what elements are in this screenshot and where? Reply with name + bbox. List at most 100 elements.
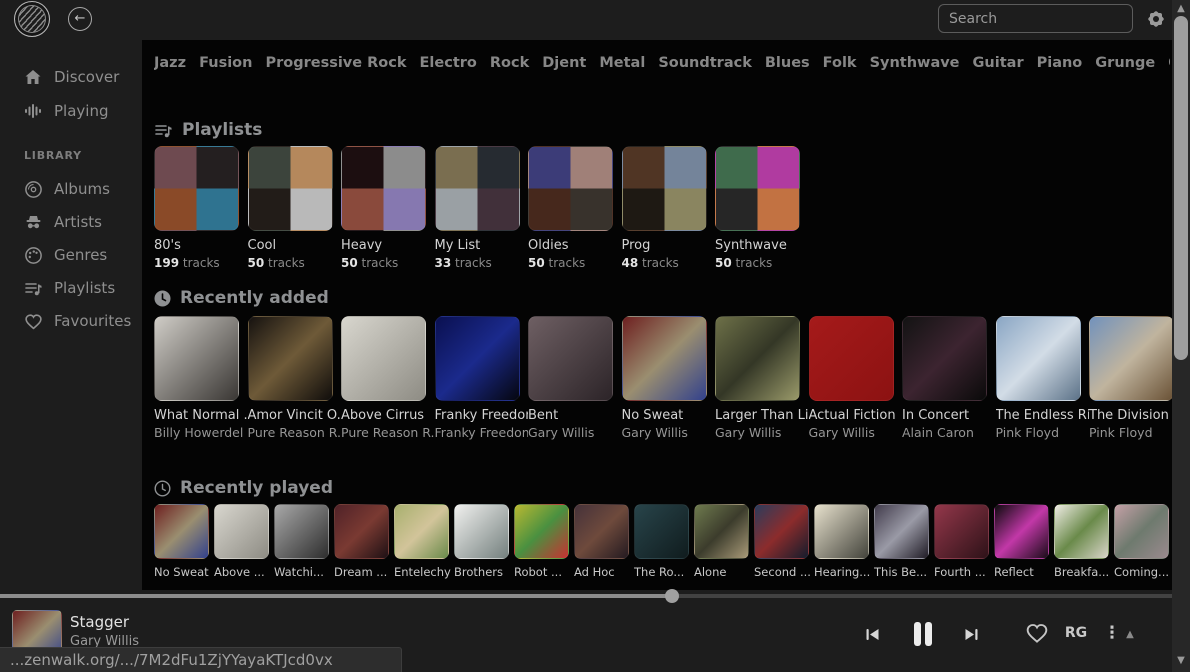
album-artist: Pure Reason R...: [248, 425, 341, 440]
expand-player-caret-icon[interactable]: ▲: [1122, 627, 1138, 641]
playlist-cover: [528, 146, 613, 231]
kebab-menu-icon[interactable]: ⋮: [1104, 622, 1120, 644]
section-title: Recently played: [180, 478, 333, 498]
album-card[interactable]: Watchi...: [274, 504, 329, 579]
genre-tag[interactable]: Orchestral: [1168, 55, 1170, 71]
album-card[interactable]: Reflect: [994, 504, 1049, 579]
genre-tag[interactable]: Electro: [420, 55, 477, 71]
album-artist: Gary Willis: [809, 425, 902, 440]
replaygain-toggle[interactable]: RG: [1062, 624, 1090, 642]
album-card[interactable]: Coming...: [1114, 504, 1169, 579]
album-cover: [934, 504, 989, 559]
app-logo-icon[interactable]: [14, 1, 50, 37]
playlist-cover: [435, 146, 520, 231]
pause-button[interactable]: [908, 619, 938, 649]
previous-track-button[interactable]: [862, 625, 882, 643]
genre-tag[interactable]: Grunge: [1095, 55, 1155, 71]
album-card[interactable]: This Be...: [874, 504, 929, 579]
album-card[interactable]: Ad Hoc: [574, 504, 629, 579]
playlist-icon: [154, 121, 173, 140]
album-card[interactable]: Breakfa...: [1054, 504, 1109, 579]
album-card[interactable]: In ConcertAlain Caron: [902, 316, 987, 440]
album-card[interactable]: Robot ...: [514, 504, 569, 579]
album-card[interactable]: Alone: [694, 504, 749, 579]
sidebar-item-artists[interactable]: Artists: [0, 206, 142, 238]
album-card[interactable]: No SweatGary Willis: [622, 316, 707, 440]
search-input[interactable]: [938, 4, 1133, 33]
playlist-name: Synthwave: [715, 238, 808, 253]
genre-tag[interactable]: Djent: [542, 55, 586, 71]
album-card[interactable]: Second ...: [754, 504, 809, 579]
sidebar-item-genres[interactable]: Genres: [0, 239, 142, 271]
playlist-card[interactable]: 80's199 tracks: [154, 146, 239, 270]
album-card[interactable]: Brothers: [454, 504, 509, 579]
genre-tag[interactable]: Fusion: [199, 55, 252, 71]
playlist-card[interactable]: My List33 tracks: [435, 146, 520, 270]
album-card[interactable]: Entelechy: [394, 504, 449, 579]
album-card[interactable]: Above ...: [214, 504, 269, 579]
genre-tag[interactable]: Guitar: [973, 55, 1024, 71]
playlist-track-count: 50 tracks: [528, 256, 621, 270]
album-cover: [454, 504, 509, 559]
playlists-row: 80's199 tracksCool50 tracksHeavy50 track…: [154, 146, 800, 270]
album-title: Above ...: [214, 565, 273, 579]
next-track-button[interactable]: [961, 625, 981, 643]
sidebar-item-albums[interactable]: Albums: [0, 173, 142, 205]
scrollbar-thumb[interactable]: [1174, 16, 1188, 360]
sidebar-item-favourites[interactable]: Favourites: [0, 305, 142, 337]
album-card[interactable]: Franky FreedomFranky Freedom: [435, 316, 520, 440]
now-playing-title[interactable]: Stagger: [70, 613, 129, 631]
genre-tag[interactable]: Synthwave: [870, 55, 960, 71]
sidebar-item-playing[interactable]: Playing: [0, 95, 142, 127]
playlist-card[interactable]: Synthwave50 tracks: [715, 146, 800, 270]
scrollbar-up-icon[interactable]: ▲: [1172, 3, 1190, 14]
genre-tag[interactable]: Piano: [1037, 55, 1083, 71]
genre-tag[interactable]: Metal: [599, 55, 645, 71]
genre-tag[interactable]: Folk: [823, 55, 857, 71]
album-title: Larger Than Life: [715, 408, 808, 423]
genre-tag[interactable]: Progressive Rock: [265, 55, 406, 71]
album-card[interactable]: Above CirrusPure Reason R...: [341, 316, 426, 440]
genre-tag[interactable]: Blues: [765, 55, 810, 71]
album-card[interactable]: No Sweat: [154, 504, 209, 579]
back-button[interactable]: ←: [68, 7, 92, 31]
album-card[interactable]: The Ro...: [634, 504, 689, 579]
playlist-name: Oldies: [528, 238, 621, 253]
sidebar-item-label: Discover: [54, 68, 119, 86]
album-card[interactable]: BentGary Willis: [528, 316, 613, 440]
scrollbar-down-icon[interactable]: ▼: [1172, 655, 1190, 666]
playlist-card[interactable]: Prog48 tracks: [622, 146, 707, 270]
sidebar-item-playlists[interactable]: Playlists: [0, 272, 142, 304]
album-title: Watchi...: [274, 565, 333, 579]
album-card[interactable]: Larger Than LifeGary Willis: [715, 316, 800, 440]
genre-tag[interactable]: Rock: [490, 55, 529, 71]
album-card[interactable]: The Endless Ri...Pink Floyd: [996, 316, 1081, 440]
genre-tag[interactable]: Soundtrack: [658, 55, 752, 71]
playlist-cover: [622, 146, 707, 231]
genre-tag[interactable]: Jazz: [154, 55, 186, 71]
album-card[interactable]: Dream ...: [334, 504, 389, 579]
album-card[interactable]: The Division B...Pink Floyd: [1089, 316, 1172, 440]
playlist-card[interactable]: Heavy50 tracks: [341, 146, 426, 270]
palette-icon: [22, 246, 44, 265]
playlist-track-count: 50 tracks: [248, 256, 341, 270]
sidebar-item-discover[interactable]: Discover: [0, 61, 142, 93]
sidebar-item-label: Favourites: [54, 312, 131, 330]
playlist-card[interactable]: Oldies50 tracks: [528, 146, 613, 270]
album-card[interactable]: Fourth ...: [934, 504, 989, 579]
clock-filled-icon: [154, 290, 171, 307]
sidebar-item-label: Genres: [54, 246, 107, 264]
seek-bar[interactable]: [0, 594, 1172, 598]
settings-gear-icon[interactable]: [1144, 7, 1168, 31]
album-card[interactable]: Amor Vincit O...Pure Reason R...: [248, 316, 333, 440]
favourite-heart-icon[interactable]: [1024, 620, 1050, 646]
album-title: Coming...: [1114, 565, 1172, 579]
album-card[interactable]: What Normal ...Billy Howerdel: [154, 316, 239, 440]
playlist-card[interactable]: Cool50 tracks: [248, 146, 333, 270]
album-title: No Sweat: [622, 408, 715, 423]
album-card[interactable]: Hearing...: [814, 504, 869, 579]
album-card[interactable]: Actual FictionGary Willis: [809, 316, 894, 440]
album-title: Hearing...: [814, 565, 873, 579]
album-title: This Be...: [874, 565, 933, 579]
seek-bar-thumb[interactable]: [665, 589, 679, 603]
